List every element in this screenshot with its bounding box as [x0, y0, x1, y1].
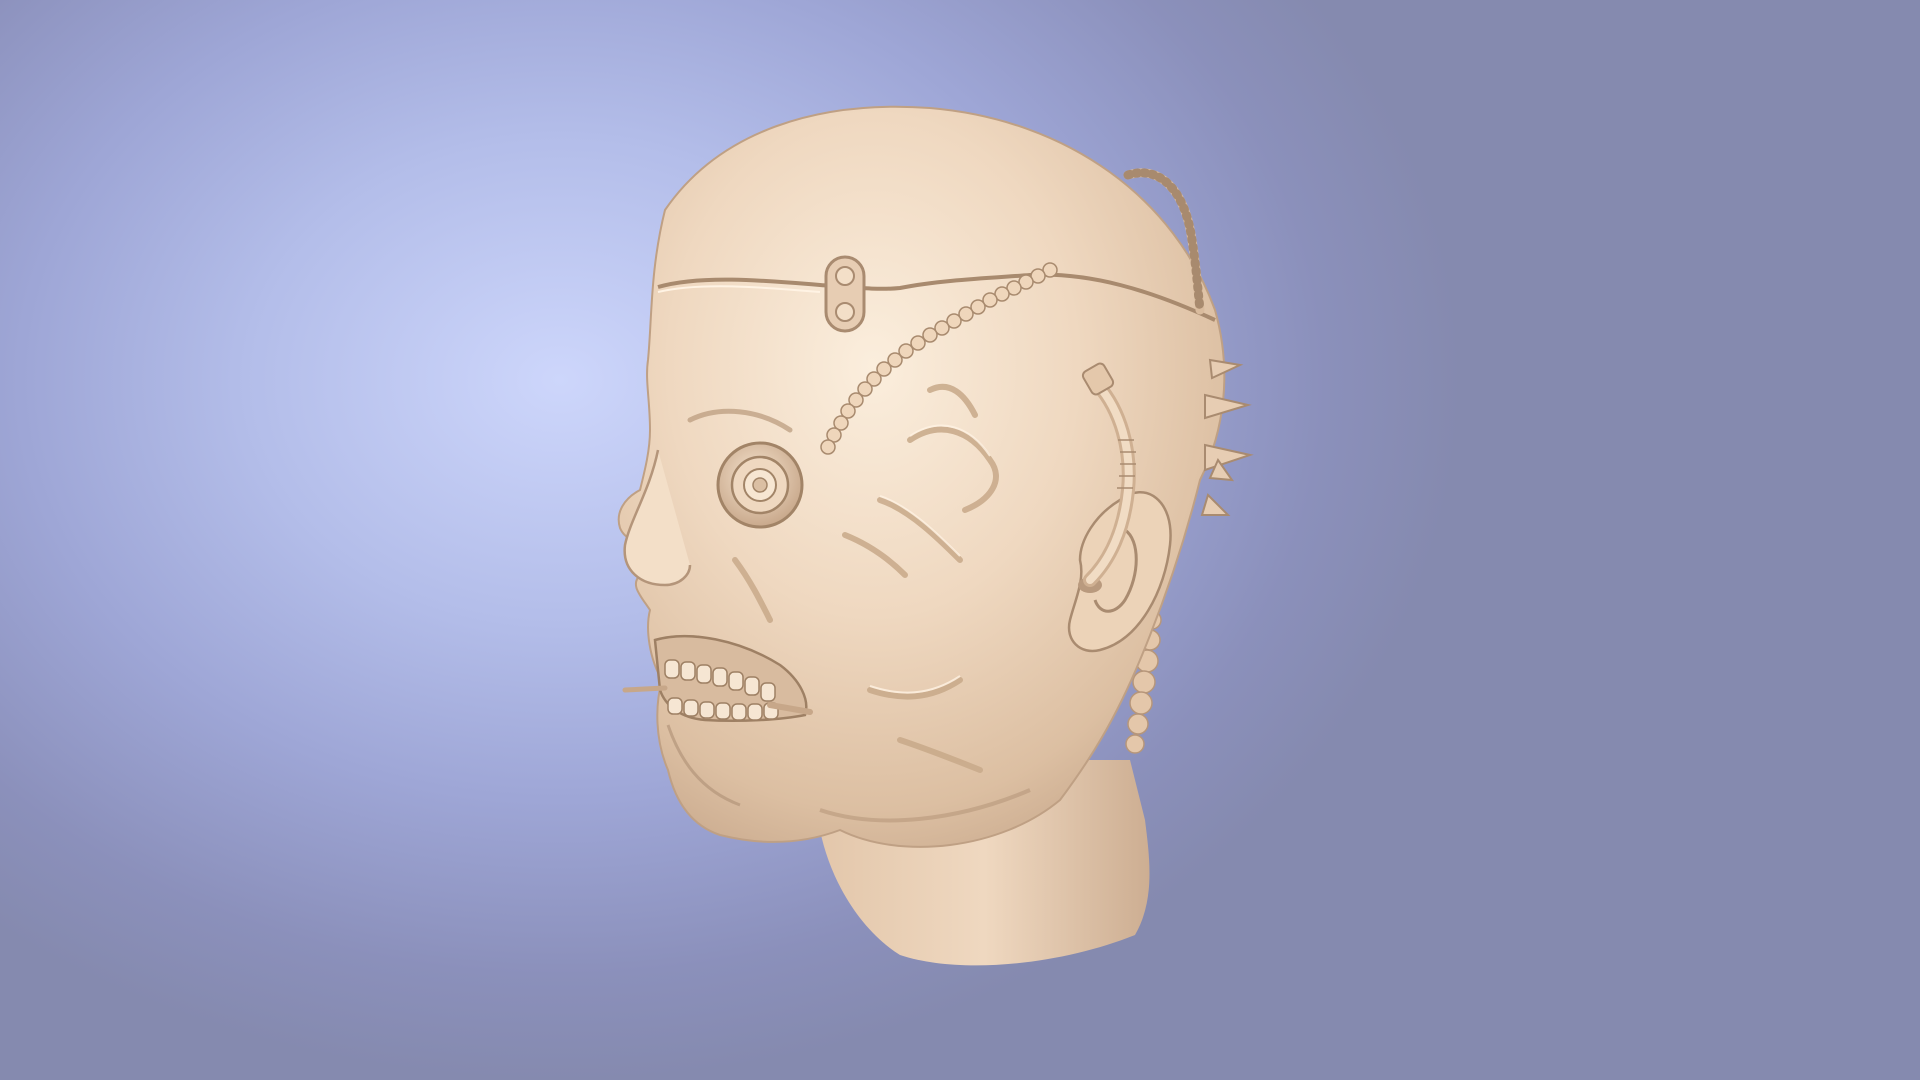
- forehead-port: [824, 255, 866, 333]
- cyber-eye: [716, 441, 804, 529]
- 3d-viewport[interactable]: [0, 0, 1920, 1080]
- cyborg-head-model[interactable]: [0, 0, 1920, 1080]
